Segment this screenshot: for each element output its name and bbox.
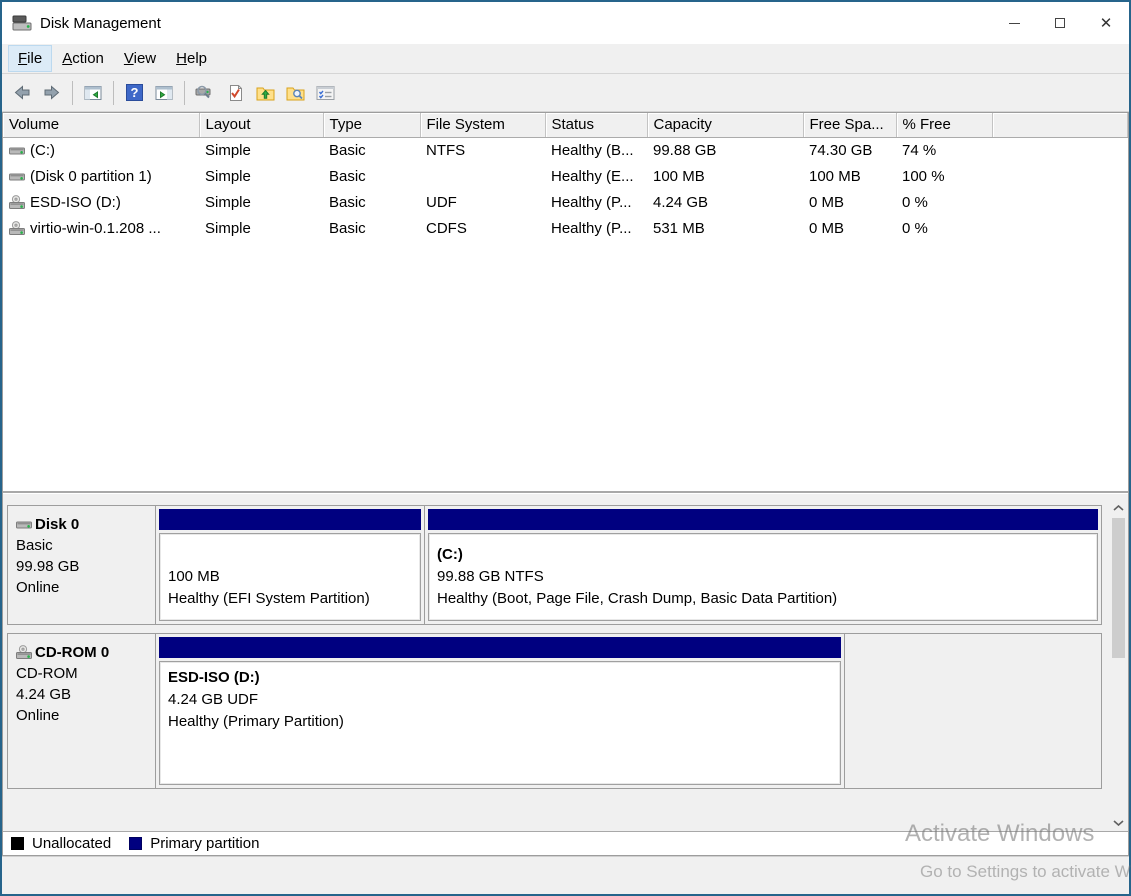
minimize-icon <box>1009 23 1020 24</box>
properties-checklist-icon <box>316 85 335 101</box>
menu-help[interactable]: Help <box>167 46 216 71</box>
forward-icon <box>43 84 61 101</box>
table-header-row: Volume Layout Type File System Status Ca… <box>3 113 1128 137</box>
column-header-volume[interactable]: Volume <box>3 113 199 137</box>
drive-icon <box>9 170 25 183</box>
up-folder-button[interactable] <box>251 79 279 107</box>
title-bar: Disk Management ✕ <box>2 2 1129 44</box>
console-frame: Volume Layout Type File System Status Ca… <box>2 112 1129 856</box>
close-icon: ✕ <box>1100 16 1113 31</box>
back-button[interactable] <box>8 79 36 107</box>
partition-color-band <box>159 509 421 530</box>
maximize-button[interactable] <box>1037 2 1083 44</box>
search-folder-button[interactable] <box>281 79 309 107</box>
disk0-label[interactable]: Disk 0 Basic 99.98 GB Online <box>8 506 156 624</box>
svg-text:?: ? <box>130 85 138 100</box>
cdrom0-kind: CD-ROM <box>16 663 151 684</box>
up-folder-icon <box>256 84 275 101</box>
table-row[interactable]: ESD-ISO (D:) Simple Basic UDF Healthy (P… <box>3 190 1128 216</box>
table-row[interactable]: (Disk 0 partition 1) Simple Basic Health… <box>3 164 1128 190</box>
disk0-kind: Basic <box>16 535 151 556</box>
show-console-tree-icon <box>84 85 102 101</box>
column-header-pct-free[interactable]: % Free <box>896 113 992 137</box>
column-header-free-space[interactable]: Free Spa... <box>803 113 896 137</box>
close-button[interactable]: ✕ <box>1083 2 1129 44</box>
refresh-check-document-icon <box>227 84 244 102</box>
column-header-capacity[interactable]: Capacity <box>647 113 803 137</box>
scroll-up-button[interactable] <box>1109 499 1128 516</box>
column-header-type[interactable]: Type <box>323 113 420 137</box>
disk0-row: Disk 0 Basic 99.98 GB Online 100 MB Heal… <box>7 505 1102 625</box>
disk0-size: 99.98 GB <box>16 556 151 577</box>
partition-esd-iso[interactable]: ESD-ISO (D:) 4.24 GB UDF Healthy (Primar… <box>156 634 844 788</box>
rescan-disks-icon <box>195 84 215 101</box>
pane-splitter[interactable] <box>3 491 1128 499</box>
legend-label-primary-partition: Primary partition <box>150 835 259 852</box>
menu-action[interactable]: Action <box>53 46 113 71</box>
rescan-disks-button[interactable] <box>191 79 219 107</box>
scroll-down-button[interactable] <box>1109 814 1128 831</box>
column-header-layout[interactable]: Layout <box>199 113 323 137</box>
status-bar <box>2 856 1129 894</box>
chevron-down-icon <box>1113 820 1124 826</box>
help-icon: ? <box>126 84 143 101</box>
partition-efi[interactable]: 100 MB Healthy (EFI System Partition) <box>156 506 424 624</box>
drive-icon <box>9 144 25 157</box>
vertical-scrollbar[interactable] <box>1109 499 1128 831</box>
menu-view[interactable]: View <box>115 46 165 71</box>
partition-color-band <box>159 637 841 658</box>
column-header-status[interactable]: Status <box>545 113 647 137</box>
help-button[interactable]: ? <box>120 79 148 107</box>
cdrom0-label[interactable]: CD-ROM 0 CD-ROM 4.24 GB Online <box>8 634 156 788</box>
scrollbar-thumb[interactable] <box>1112 518 1125 658</box>
toolbar-separator <box>113 81 114 105</box>
search-folder-icon <box>286 84 305 101</box>
table-row[interactable]: virtio-win-0.1.208 ... Simple Basic CDFS… <box>3 216 1128 242</box>
disk-management-app-icon <box>12 15 32 31</box>
drive-icon <box>16 518 32 531</box>
toolbar-separator <box>72 81 73 105</box>
cdrom0-size: 4.24 GB <box>16 684 151 705</box>
cdrom0-state: Online <box>16 705 151 726</box>
toolbar-separator <box>184 81 185 105</box>
volumes-list-pane: Volume Layout Type File System Status Ca… <box>3 113 1128 491</box>
properties-button[interactable] <box>311 79 339 107</box>
menu-bar: File Action View Help <box>2 44 1129 74</box>
column-header-file-system[interactable]: File System <box>420 113 545 137</box>
cd-drive-icon <box>9 221 25 236</box>
unallocated-swatch <box>11 837 24 850</box>
table-row[interactable]: (C:) Simple Basic NTFS Healthy (B... 99.… <box>3 137 1128 164</box>
toolbar: ? <box>2 74 1129 112</box>
minimize-button[interactable] <box>991 2 1037 44</box>
chevron-up-icon <box>1113 505 1124 511</box>
graphical-view-pane: Disk 0 Basic 99.98 GB Online 100 MB Heal… <box>3 499 1128 831</box>
volumes-table: Volume Layout Type File System Status Ca… <box>3 113 1128 242</box>
forward-button[interactable] <box>38 79 66 107</box>
graph-empty-area <box>845 634 1101 788</box>
window-title: Disk Management <box>40 15 161 32</box>
cd-drive-icon <box>9 195 25 210</box>
partition-c[interactable]: (C:) 99.88 GB NTFS Healthy (Boot, Page F… <box>425 506 1101 624</box>
menu-file[interactable]: File <box>9 46 51 71</box>
maximize-icon <box>1055 18 1065 28</box>
primary-partition-swatch <box>129 837 142 850</box>
disk0-state: Online <box>16 577 151 598</box>
cd-drive-icon <box>16 645 32 660</box>
legend-bar: Unallocated Primary partition <box>3 831 1128 855</box>
show-console-tree-button[interactable] <box>79 79 107 107</box>
column-header-blank[interactable] <box>992 113 1128 137</box>
cdrom0-row: CD-ROM 0 CD-ROM 4.24 GB Online ESD-ISO (… <box>7 633 1102 789</box>
show-action-pane-button[interactable] <box>150 79 178 107</box>
refresh-button[interactable] <box>221 79 249 107</box>
legend-label-unallocated: Unallocated <box>32 835 111 852</box>
partition-color-band <box>428 509 1098 530</box>
back-icon <box>13 84 31 101</box>
disk-management-window: { "window": { "title": "Disk Management"… <box>0 0 1131 896</box>
show-action-pane-icon <box>155 85 173 101</box>
